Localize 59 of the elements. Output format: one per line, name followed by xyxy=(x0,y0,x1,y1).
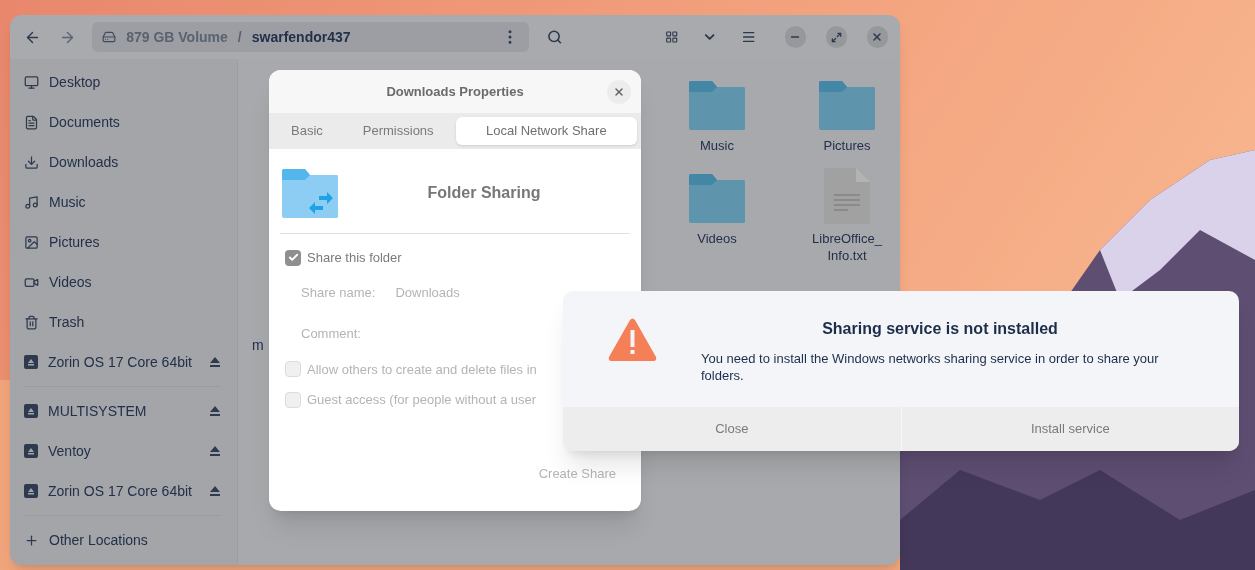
file-item[interactable]: Pictures xyxy=(782,73,900,154)
alert-title: Sharing service is not installed xyxy=(821,319,1059,339)
dialog-button[interactable]: Install service xyxy=(900,407,1239,451)
path-segment[interactable]: swarfendor437 xyxy=(251,26,351,48)
search-icon[interactable] xyxy=(547,29,563,45)
sidebar-item[interactable]: Zorin OS 17 Core 64bit xyxy=(24,342,221,382)
close-button[interactable] xyxy=(607,80,631,104)
checkbox-label: Guest access (for people without a user xyxy=(307,391,537,409)
checkbox-label: Allow others to create and delete files in xyxy=(307,360,537,379)
add-icon xyxy=(24,532,39,548)
eject-icon[interactable] xyxy=(209,356,221,368)
drive-icon xyxy=(24,355,38,369)
sidebar-item[interactable]: Zorin OS 17 Core 64bit xyxy=(24,471,221,511)
sidebar-item[interactable]: Ventoy xyxy=(24,431,221,471)
eject-icon[interactable] xyxy=(209,405,221,417)
text-file-icon xyxy=(824,168,870,224)
drive-icon xyxy=(24,444,38,458)
field-label: Comment: xyxy=(301,325,361,343)
maximize-icon xyxy=(830,31,842,43)
section-heading: Folder Sharing xyxy=(426,183,542,203)
warning-icon xyxy=(607,318,657,361)
folder-icon xyxy=(818,79,876,131)
close-icon xyxy=(871,31,884,43)
field-label: Share name: xyxy=(301,283,376,302)
sidebar-item[interactable]: Downloads xyxy=(24,142,221,182)
sidebar-item[interactable]: Music xyxy=(24,182,221,222)
alert-message: You need to install the Windows networks sharing service in order to share your folders. xyxy=(701,350,1160,384)
eject-icon[interactable] xyxy=(209,445,221,457)
tab[interactable]: Local Network Share xyxy=(455,117,637,145)
tab[interactable]: Basic xyxy=(273,117,341,145)
sidebar-item[interactable]: Documents xyxy=(24,102,221,142)
file-item[interactable]: LibreOffice_ Info.txt xyxy=(782,166,900,264)
file-item[interactable]: Music xyxy=(652,73,782,154)
folder-icon xyxy=(688,79,746,131)
minimize-button[interactable] xyxy=(784,26,806,48)
file-item[interactable]: Videos xyxy=(652,166,782,264)
sidebar-item[interactable]: Trash xyxy=(24,302,221,342)
drive-icon xyxy=(102,30,117,44)
dialog-title: Downloads Properties xyxy=(386,82,524,101)
sidebar-item[interactable]: MULTISYSTEM xyxy=(24,391,221,431)
folder-icon xyxy=(688,172,746,224)
checkbox[interactable] xyxy=(285,249,301,266)
file-label: m xyxy=(252,336,264,355)
shared-folder-icon xyxy=(281,167,339,219)
dialog-button[interactable]: Close xyxy=(563,407,901,451)
drive-icon xyxy=(24,404,38,418)
close-button[interactable] xyxy=(866,26,888,48)
sidebar-item[interactable]: Desktop xyxy=(24,62,221,102)
grid-view-icon[interactable] xyxy=(664,30,679,44)
maximize-button[interactable] xyxy=(825,26,847,48)
close-icon xyxy=(613,86,625,98)
sidebar-item[interactable]: Videos xyxy=(24,262,221,302)
tab[interactable]: Permissions xyxy=(344,117,452,145)
drive-icon xyxy=(24,484,38,498)
sidebar-item[interactable]: Pictures xyxy=(24,222,221,262)
eject-icon[interactable] xyxy=(209,485,221,497)
sidebar-item[interactable]: Other Locations xyxy=(24,520,221,560)
menu-icon[interactable] xyxy=(741,29,757,45)
checkbox-label: Share this folder xyxy=(307,249,402,267)
